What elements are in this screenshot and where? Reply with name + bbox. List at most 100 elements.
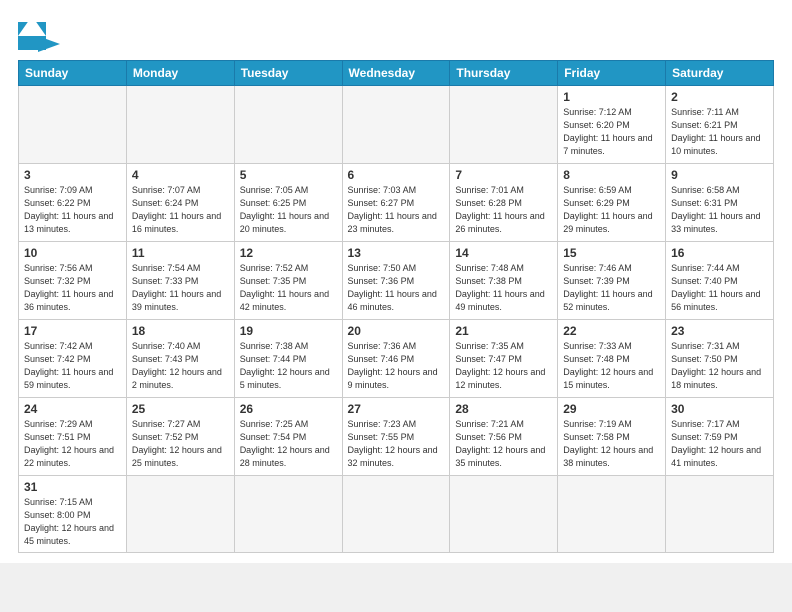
day-info: Sunrise: 7:29 AM Sunset: 7:51 PM Dayligh… <box>24 418 121 470</box>
day-header-row: SundayMondayTuesdayWednesdayThursdayFrid… <box>19 61 774 86</box>
day-number: 8 <box>563 168 660 182</box>
calendar-cell: 28Sunrise: 7:21 AM Sunset: 7:56 PM Dayli… <box>450 398 558 476</box>
day-number: 13 <box>348 246 445 260</box>
day-number: 6 <box>348 168 445 182</box>
day-info: Sunrise: 7:25 AM Sunset: 7:54 PM Dayligh… <box>240 418 337 470</box>
day-number: 18 <box>132 324 229 338</box>
calendar-cell: 16 Sunrise: 7:44 AM Sunset: 7:40 PM Dayli… <box>666 242 774 320</box>
day-info: Sunrise: 7:03 AM Sunset: 6:27 PM Dayligh… <box>348 184 445 236</box>
day-info: Sunrise: 7:33 AM Sunset: 7:48 PM Dayligh… <box>563 340 660 392</box>
calendar-cell: 23Sunrise: 7:31 AM Sunset: 7:50 PM Dayli… <box>666 320 774 398</box>
page: SundayMondayTuesdayWednesdayThursdayFrid… <box>0 0 792 563</box>
day-number: 14 <box>455 246 552 260</box>
calendar-cell: 7 Sunrise: 7:01 AM Sunset: 6:28 PM Daylig… <box>450 164 558 242</box>
day-number: 20 <box>348 324 445 338</box>
day-info: Sunrise: 6:59 AM Sunset: 6:29 PM Dayligh… <box>563 184 660 236</box>
day-number: 10 <box>24 246 121 260</box>
calendar-cell: 2Sunrise: 7:11 AM Sunset: 6:21 PM Daylig… <box>666 86 774 164</box>
day-info: Sunrise: 7:40 AM Sunset: 7:43 PM Dayligh… <box>132 340 229 392</box>
week-row-3: 17 Sunrise: 7:42 AM Sunset: 7:42 PM Dayli… <box>19 320 774 398</box>
day-number: 4 <box>132 168 229 182</box>
calendar-cell: 29 Sunrise: 7:19 AM Sunset: 7:58 PM Dayli… <box>558 398 666 476</box>
day-info: Sunrise: 7:27 AM Sunset: 7:52 PM Dayligh… <box>132 418 229 470</box>
calendar-cell: 9Sunrise: 6:58 AM Sunset: 6:31 PM Daylig… <box>666 164 774 242</box>
calendar-cell <box>342 86 450 164</box>
calendar-cell: 15Sunrise: 7:46 AM Sunset: 7:39 PM Dayli… <box>558 242 666 320</box>
day-info: Sunrise: 7:46 AM Sunset: 7:39 PM Dayligh… <box>563 262 660 314</box>
day-number: 31 <box>24 480 121 494</box>
day-info: Sunrise: 7:11 AM Sunset: 6:21 PM Dayligh… <box>671 106 768 158</box>
week-row-0: 1 Sunrise: 7:12 AM Sunset: 6:20 PM Daylig… <box>19 86 774 164</box>
day-number: 30 <box>671 402 768 416</box>
logo <box>18 16 58 52</box>
day-info: Sunrise: 7:35 AM Sunset: 7:47 PM Dayligh… <box>455 340 552 392</box>
day-number: 24 <box>24 402 121 416</box>
calendar-cell: 30 Sunrise: 7:17 AM Sunset: 7:59 PM Dayli… <box>666 398 774 476</box>
logo-icon <box>18 16 54 52</box>
calendar-cell: 1 Sunrise: 7:12 AM Sunset: 6:20 PM Daylig… <box>558 86 666 164</box>
calendar-cell: 24 Sunrise: 7:29 AM Sunset: 7:51 PM Dayli… <box>19 398 127 476</box>
day-number: 17 <box>24 324 121 338</box>
day-info: Sunrise: 7:12 AM Sunset: 6:20 PM Dayligh… <box>563 106 660 158</box>
day-number: 5 <box>240 168 337 182</box>
calendar-cell <box>19 86 127 164</box>
day-info: Sunrise: 7:42 AM Sunset: 7:42 PM Dayligh… <box>24 340 121 392</box>
day-number: 7 <box>455 168 552 182</box>
day-info: Sunrise: 7:07 AM Sunset: 6:24 PM Dayligh… <box>132 184 229 236</box>
day-info: Sunrise: 7:44 AM Sunset: 7:40 PM Dayligh… <box>671 262 768 314</box>
day-info: Sunrise: 7:19 AM Sunset: 7:58 PM Dayligh… <box>563 418 660 470</box>
day-info: Sunrise: 7:17 AM Sunset: 7:59 PM Dayligh… <box>671 418 768 470</box>
day-number: 29 <box>563 402 660 416</box>
day-info: Sunrise: 7:38 AM Sunset: 7:44 PM Dayligh… <box>240 340 337 392</box>
day-number: 28 <box>455 402 552 416</box>
calendar-cell <box>558 476 666 553</box>
calendar-cell: 8 Sunrise: 6:59 AM Sunset: 6:29 PM Daylig… <box>558 164 666 242</box>
day-header-friday: Friday <box>558 61 666 86</box>
day-info: Sunrise: 7:48 AM Sunset: 7:38 PM Dayligh… <box>455 262 552 314</box>
day-header-tuesday: Tuesday <box>234 61 342 86</box>
calendar-cell <box>126 86 234 164</box>
calendar-cell <box>450 476 558 553</box>
day-info: Sunrise: 7:36 AM Sunset: 7:46 PM Dayligh… <box>348 340 445 392</box>
day-header-monday: Monday <box>126 61 234 86</box>
calendar-cell: 22 Sunrise: 7:33 AM Sunset: 7:48 PM Dayli… <box>558 320 666 398</box>
calendar-cell: 14 Sunrise: 7:48 AM Sunset: 7:38 PM Dayli… <box>450 242 558 320</box>
day-number: 27 <box>348 402 445 416</box>
calendar-cell <box>234 476 342 553</box>
day-number: 26 <box>240 402 337 416</box>
day-info: Sunrise: 7:01 AM Sunset: 6:28 PM Dayligh… <box>455 184 552 236</box>
day-info: Sunrise: 7:23 AM Sunset: 7:55 PM Dayligh… <box>348 418 445 470</box>
calendar-cell <box>450 86 558 164</box>
calendar-cell: 27 Sunrise: 7:23 AM Sunset: 7:55 PM Dayli… <box>342 398 450 476</box>
calendar-cell <box>126 476 234 553</box>
calendar-cell: 10Sunrise: 7:56 AM Sunset: 7:32 PM Dayli… <box>19 242 127 320</box>
day-info: Sunrise: 7:54 AM Sunset: 7:33 PM Dayligh… <box>132 262 229 314</box>
day-info: Sunrise: 7:52 AM Sunset: 7:35 PM Dayligh… <box>240 262 337 314</box>
week-row-2: 10Sunrise: 7:56 AM Sunset: 7:32 PM Dayli… <box>19 242 774 320</box>
day-number: 19 <box>240 324 337 338</box>
calendar-cell: 11Sunrise: 7:54 AM Sunset: 7:33 PM Dayli… <box>126 242 234 320</box>
calendar-cell <box>342 476 450 553</box>
day-header-wednesday: Wednesday <box>342 61 450 86</box>
day-header-sunday: Sunday <box>19 61 127 86</box>
calendar-cell: 26 Sunrise: 7:25 AM Sunset: 7:54 PM Dayli… <box>234 398 342 476</box>
day-info: Sunrise: 6:58 AM Sunset: 6:31 PM Dayligh… <box>671 184 768 236</box>
calendar-cell: 13Sunrise: 7:50 AM Sunset: 7:36 PM Dayli… <box>342 242 450 320</box>
calendar-cell: 17 Sunrise: 7:42 AM Sunset: 7:42 PM Dayli… <box>19 320 127 398</box>
calendar-cell <box>666 476 774 553</box>
calendar-cell: 4 Sunrise: 7:07 AM Sunset: 6:24 PM Daylig… <box>126 164 234 242</box>
calendar-cell: 3Sunrise: 7:09 AM Sunset: 6:22 PM Daylig… <box>19 164 127 242</box>
week-row-4: 24 Sunrise: 7:29 AM Sunset: 7:51 PM Dayli… <box>19 398 774 476</box>
day-info: Sunrise: 7:15 AM Sunset: 8:00 PM Dayligh… <box>24 496 121 548</box>
calendar-cell: 31 Sunrise: 7:15 AM Sunset: 8:00 PM Dayli… <box>19 476 127 553</box>
calendar-table: SundayMondayTuesdayWednesdayThursdayFrid… <box>18 60 774 553</box>
calendar-cell <box>234 86 342 164</box>
day-number: 1 <box>563 90 660 104</box>
day-number: 21 <box>455 324 552 338</box>
day-number: 16 <box>671 246 768 260</box>
week-row-5: 31 Sunrise: 7:15 AM Sunset: 8:00 PM Dayli… <box>19 476 774 553</box>
day-number: 22 <box>563 324 660 338</box>
calendar-cell: 5Sunrise: 7:05 AM Sunset: 6:25 PM Daylig… <box>234 164 342 242</box>
week-row-1: 3Sunrise: 7:09 AM Sunset: 6:22 PM Daylig… <box>19 164 774 242</box>
calendar-cell: 20 Sunrise: 7:36 AM Sunset: 7:46 PM Dayli… <box>342 320 450 398</box>
